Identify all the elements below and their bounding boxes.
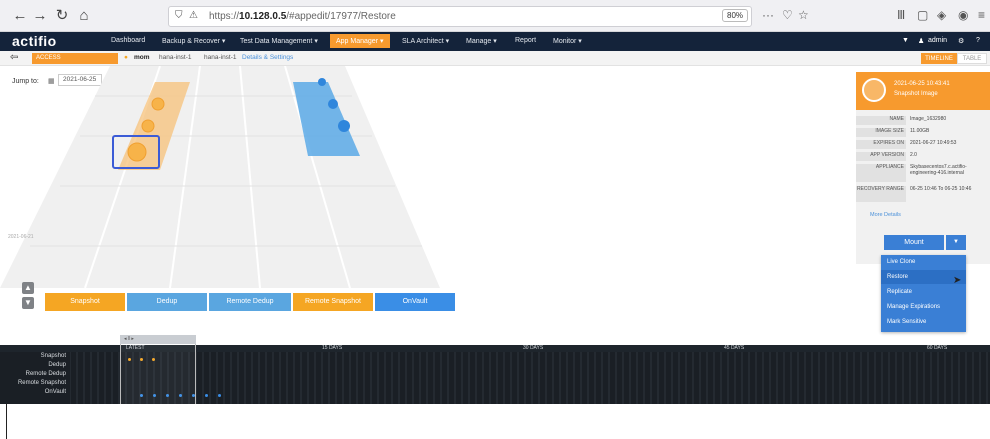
divider: [6, 404, 7, 439]
grid-floor: [0, 66, 440, 288]
access-select[interactable]: ACCESS: [32, 53, 118, 64]
back-icon[interactable]: ⇦: [10, 52, 18, 63]
nav-manage[interactable]: Manage ▾: [466, 37, 497, 45]
user-icon: ♟: [918, 38, 925, 45]
shield-icon: ⛉: [175, 10, 183, 21]
lock-warning-icon: ⚠: [189, 10, 198, 21]
menu-replicate[interactable]: Replicate: [881, 285, 966, 299]
nav-monitor[interactable]: Monitor ▾: [553, 37, 582, 45]
category-snapshot[interactable]: Snapshot: [45, 293, 125, 311]
app-name: mom: [134, 54, 150, 61]
nav-sla-architect[interactable]: SLA Architect ▾: [402, 37, 449, 45]
image-type: Snapshot Image: [894, 91, 938, 97]
field-key: EXPIRES ON: [856, 140, 906, 149]
app-navbar: actifio Dashboard Backup & Recover ▾ Tes…: [0, 32, 990, 51]
nav-backup-recover[interactable]: Backup & Recover ▾: [162, 37, 225, 45]
snapshot-marker[interactable]: [151, 97, 165, 111]
slider-handle[interactable]: ◂ ‖ ▸: [120, 335, 196, 344]
category-onvault[interactable]: OnVault: [375, 293, 455, 311]
menu-manage-expirations[interactable]: Manage Expirations: [881, 300, 966, 314]
onvault-marker[interactable]: [328, 99, 338, 109]
mount-button[interactable]: Mount: [884, 235, 944, 250]
onvault-marker[interactable]: [338, 120, 350, 132]
image-timestamp: 2021-06-25 10:43:41: [894, 81, 950, 87]
field-key: NAME: [856, 116, 906, 125]
field-value: 06-25 10:46 To 06-25 10:46: [910, 186, 972, 192]
field-key: IMAGE SIZE: [856, 128, 906, 137]
snapshot-icon: [862, 78, 886, 102]
account-icon[interactable]: ◉: [958, 8, 968, 22]
home-icon[interactable]: ⌂: [74, 6, 94, 26]
row-label: OnVault: [44, 389, 66, 395]
sidebar-icon[interactable]: ▢: [917, 8, 928, 22]
bookmark-star-icon[interactable]: ☆: [798, 8, 809, 22]
tab-timeline[interactable]: TIMELINE: [921, 53, 957, 64]
category-remote-dedup[interactable]: Remote Dedup: [209, 293, 291, 311]
mouse-cursor-icon: ➤: [953, 275, 962, 286]
snapshot-marker[interactable]: [141, 119, 155, 133]
menu-live-clone[interactable]: Live Clone: [881, 255, 966, 269]
row-label: Remote Dedup: [25, 371, 66, 377]
context-bar: ⇦ ACCESS ● mom hana-inst-1 hana-inst-1 D…: [0, 51, 990, 66]
tab-table[interactable]: TABLE: [957, 53, 987, 64]
onvault-dot[interactable]: [218, 394, 221, 397]
library-icon[interactable]: Ⅲ: [897, 8, 905, 22]
settings-icon[interactable]: ⚙: [958, 37, 964, 45]
user-name[interactable]: admin: [928, 37, 947, 44]
menu-icon[interactable]: ≡: [978, 8, 985, 22]
scale-mark: 30 DAYS: [523, 345, 544, 351]
nav-test-data-management[interactable]: Test Data Management ▾: [240, 37, 318, 45]
pocket-icon[interactable]: ♡: [782, 8, 793, 22]
timeline-grid: [0, 66, 440, 289]
filter-icon[interactable]: ▼: [902, 37, 909, 44]
host-name-2: hana-inst-1: [204, 54, 237, 61]
reload-icon[interactable]: ↻: [52, 6, 72, 26]
more-details-link[interactable]: More Details: [870, 212, 901, 218]
details-settings-link[interactable]: Details & Settings: [242, 54, 293, 61]
field-value: Skybasecentos7.c.actifio-engineering-416…: [910, 164, 967, 176]
page-actions-icon[interactable]: ···: [762, 8, 774, 22]
timeline-ticks: [70, 352, 988, 404]
scale-mark: 45 DAYS: [724, 345, 745, 351]
field-key: APPLIANCE: [856, 164, 906, 182]
row-label: Snapshot: [40, 353, 66, 359]
scroll-up-button[interactable]: ▲: [22, 282, 34, 294]
row-label: Remote Snapshot: [17, 380, 66, 386]
timeline-range-slider[interactable]: [120, 335, 196, 404]
nav-app-manager[interactable]: App Manager ▾: [330, 34, 390, 48]
date-axis-label: 2021-06-21: [8, 234, 34, 240]
nav-report[interactable]: Report: [515, 37, 536, 44]
scale-mark: 60 DAYS: [927, 345, 948, 351]
zoom-level[interactable]: 80%: [722, 9, 749, 22]
mount-dropdown-menu: Live Clone Restore Replicate Manage Expi…: [881, 255, 966, 332]
host-name: hana-inst-1: [159, 54, 192, 61]
field-value: 2.0: [910, 152, 917, 158]
scale-mark: 15 DAYS: [322, 345, 343, 351]
category-remote-snapshot[interactable]: Remote Snapshot: [293, 293, 373, 311]
chevron-down-icon[interactable]: ▼: [946, 235, 966, 250]
snapshot-marker-selected[interactable]: [127, 142, 147, 162]
detail-header: 2021-06-25 10:43:41 Snapshot Image: [856, 72, 990, 110]
field-value: 2021-06-27 10:49:53: [910, 140, 957, 146]
field-value: Image_1632980: [910, 116, 947, 122]
row-label: Dedup: [48, 362, 66, 368]
address-bar[interactable]: ⛉ ⚠ https://10.128.0.5/#appedit/17977/Re…: [168, 6, 752, 27]
menu-mark-sensitive[interactable]: Mark Sensitive: [881, 315, 966, 329]
help-icon[interactable]: ?: [976, 37, 980, 44]
scroll-down-button[interactable]: ▼: [22, 297, 34, 309]
field-key: RECOVERY RANGE: [856, 186, 906, 202]
onvault-dot[interactable]: [205, 394, 208, 397]
onvault-marker[interactable]: [318, 78, 326, 86]
browser-toolbar: ← → ↻ ⌂ ⛉ ⚠ https://10.128.0.5/#appedit/…: [0, 0, 990, 32]
url-text: https://10.128.0.5/#appedit/17977/Restor…: [209, 11, 396, 22]
back-arrow-icon[interactable]: ←: [10, 6, 30, 26]
nav-dashboard[interactable]: Dashboard: [111, 37, 145, 44]
field-value: 11.00GB: [910, 128, 930, 134]
category-dedup[interactable]: Dedup: [127, 293, 207, 311]
app-status-icon: ●: [124, 54, 128, 61]
forward-arrow-icon[interactable]: →: [30, 6, 50, 26]
field-key: APP VERSION: [856, 152, 906, 161]
extension-icon[interactable]: ◈: [937, 8, 946, 22]
actifio-logo[interactable]: actifio: [12, 33, 57, 49]
